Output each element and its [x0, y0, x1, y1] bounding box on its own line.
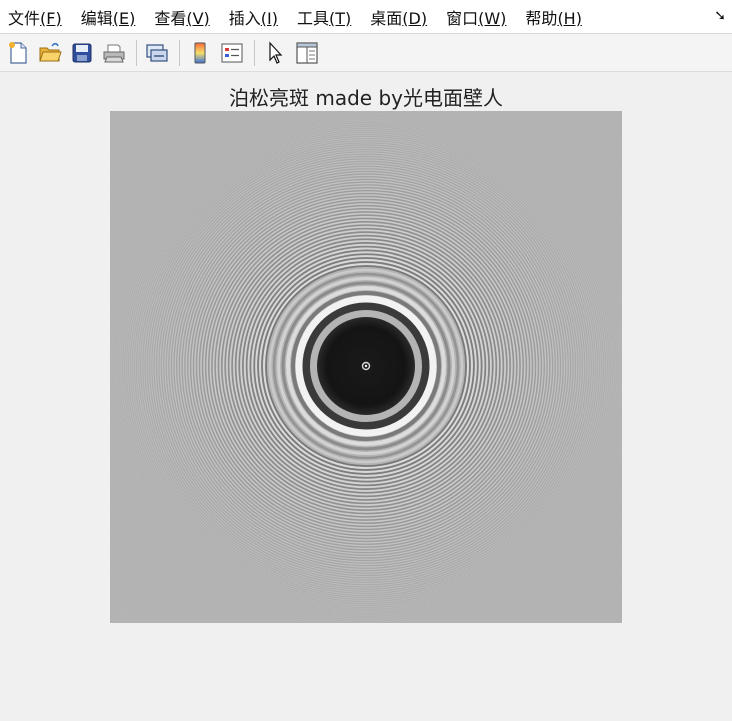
menu-edit-label: 编辑	[80, 8, 113, 28]
menu-edit-accel: (E)	[112, 8, 136, 28]
open-file-icon	[39, 42, 62, 61]
poisson-spot-image	[110, 111, 622, 623]
menu-insert-label: 插入	[228, 8, 261, 28]
figure-title: 泊松亮斑 made by光电面壁人	[229, 86, 503, 110]
menu-desktop-accel: (D)	[402, 8, 428, 28]
menu-help[interactable]: 帮助(H)	[525, 5, 582, 29]
link-plot-button[interactable]	[143, 39, 171, 67]
dock-arrow-icon[interactable]: ➘	[714, 8, 726, 24]
menu-view-accel: (V)	[186, 8, 210, 28]
print-icon	[103, 44, 125, 62]
new-figure-button[interactable]	[4, 39, 32, 67]
pointer-icon	[269, 40, 283, 64]
link-plot-icon	[146, 43, 168, 62]
pointer-button[interactable]	[261, 39, 289, 67]
legend-button[interactable]	[218, 39, 246, 67]
colorbar-icon	[194, 42, 206, 63]
menu-file-accel: (F)	[40, 8, 62, 28]
toolbar-separator	[136, 39, 137, 66]
menu-window[interactable]: 窗口(W)	[446, 5, 506, 29]
menu-view-label: 查看	[154, 8, 187, 28]
menu-file-label: 文件	[8, 8, 41, 28]
new-figure-icon	[9, 41, 27, 64]
menu-insert-accel: (I)	[260, 8, 278, 28]
save-icon	[72, 43, 92, 62]
toolbar-separator	[179, 39, 180, 66]
open-file-button[interactable]	[36, 39, 64, 67]
menu-file[interactable]: 文件(F)	[8, 5, 62, 29]
menu-bar: 文件(F) 编辑(E) 查看(V) 插入(I) 工具(T) 桌面(D) 窗口(W…	[0, 0, 732, 34]
menu-desktop[interactable]: 桌面(D)	[370, 5, 427, 29]
figure-toolbar	[0, 34, 732, 72]
menu-desktop-label: 桌面	[370, 8, 403, 28]
menu-tools-accel: (T)	[329, 8, 352, 28]
print-button[interactable]	[100, 39, 128, 67]
property-editor-button[interactable]	[293, 39, 321, 67]
legend-icon	[221, 43, 243, 62]
property-editor-icon	[296, 41, 318, 64]
menu-edit[interactable]: 编辑(E)	[81, 5, 136, 29]
toolbar-separator	[254, 39, 255, 66]
menu-window-label: 窗口	[446, 8, 479, 28]
menu-tools-label: 工具	[296, 8, 329, 28]
save-button[interactable]	[68, 39, 96, 67]
menu-help-accel: (H)	[557, 8, 582, 28]
colorbar-button[interactable]	[186, 39, 214, 67]
menu-tools[interactable]: 工具(T)	[297, 5, 351, 29]
menu-insert[interactable]: 插入(I)	[229, 5, 278, 29]
poisson-bright-spot	[364, 364, 368, 368]
menu-help-label: 帮助	[525, 8, 558, 28]
menu-view[interactable]: 查看(V)	[154, 5, 209, 29]
plot-axes[interactable]	[110, 111, 622, 623]
figure-window: 文件(F) 编辑(E) 查看(V) 插入(I) 工具(T) 桌面(D) 窗口(W…	[0, 0, 732, 721]
menu-window-accel: (W)	[478, 8, 507, 28]
